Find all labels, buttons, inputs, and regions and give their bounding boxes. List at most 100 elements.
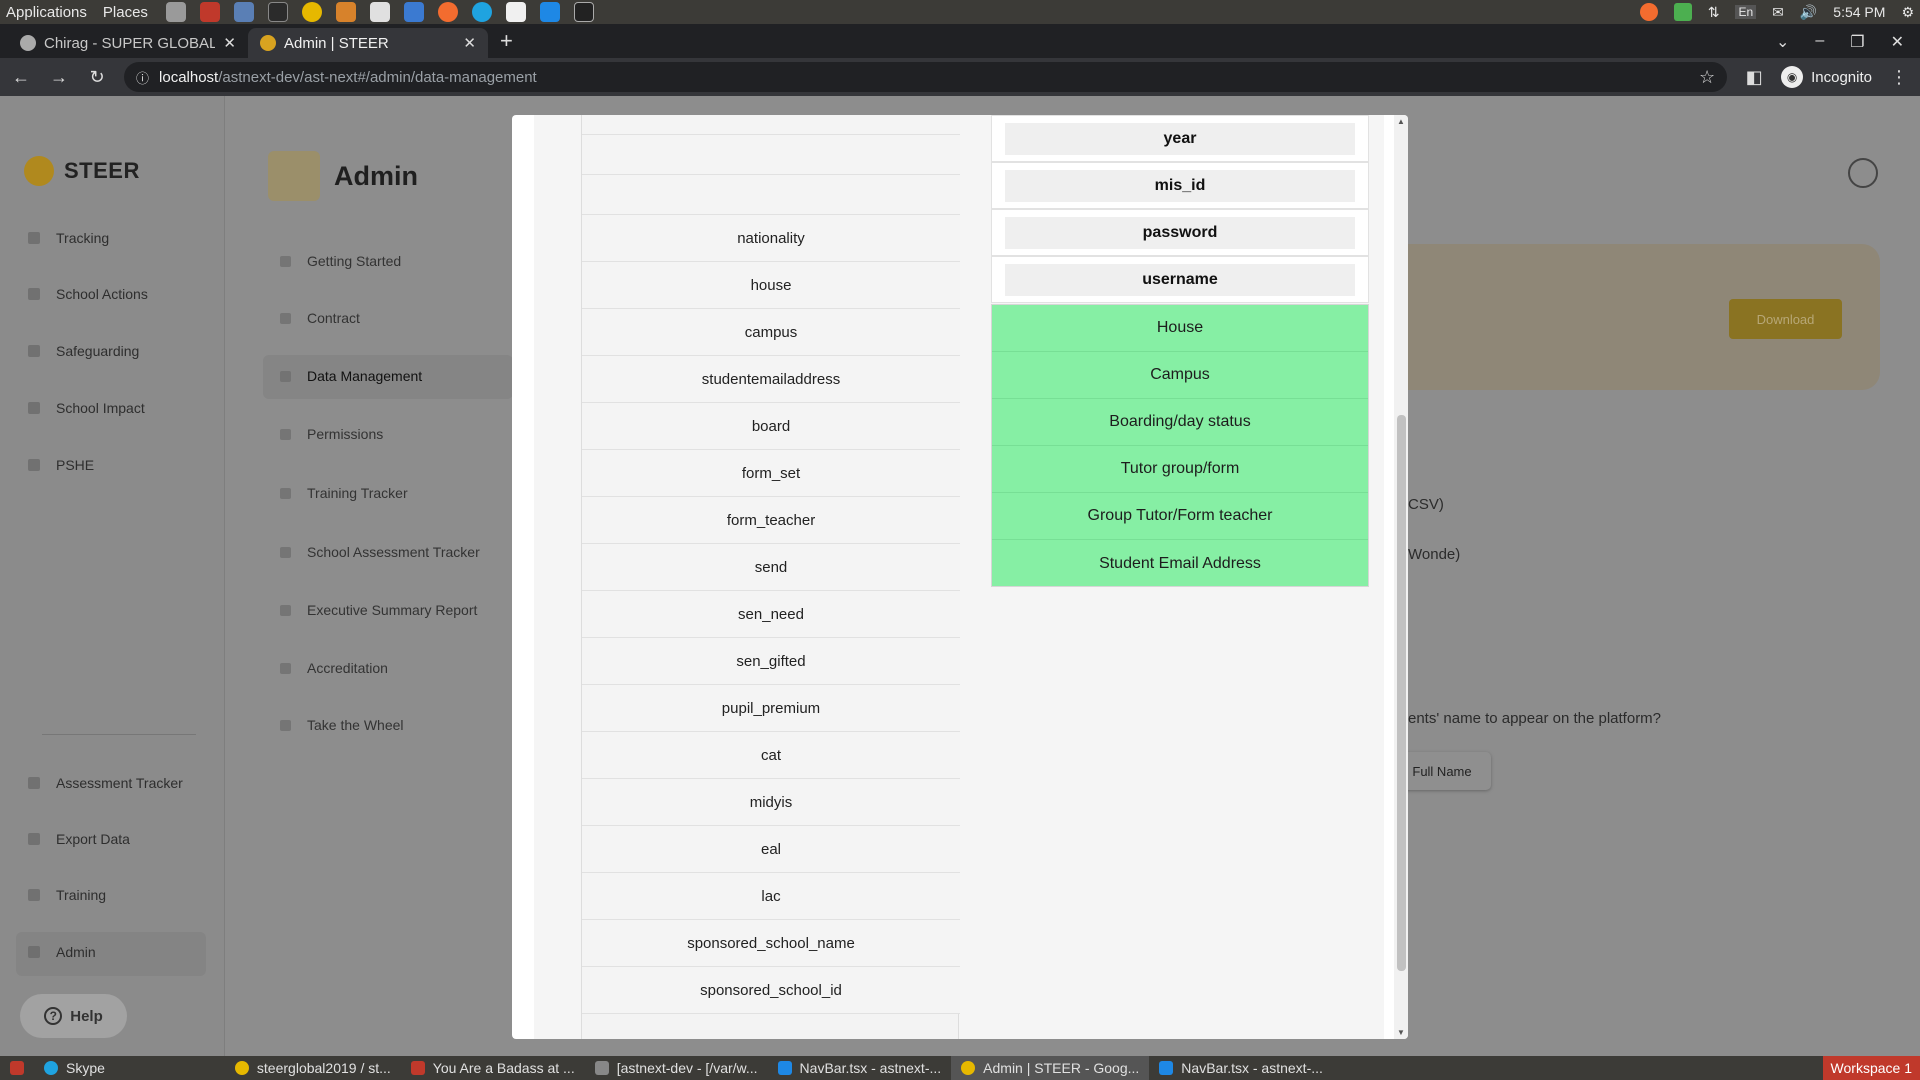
source-field-row[interactable] <box>582 175 960 215</box>
submenu-data-management[interactable]: Data Management <box>280 368 422 384</box>
required-key-mis-id[interactable]: mis_id <box>991 162 1369 209</box>
applications-menu[interactable]: Applications <box>6 4 87 21</box>
scroll-down-arrow-icon[interactable]: ▼ <box>1394 1028 1408 1037</box>
source-field-row[interactable]: nationality <box>582 215 960 262</box>
taskbar-item-vscode-1[interactable]: NavBar.tsx - astnext-... <box>768 1056 952 1080</box>
app2-launcher-icon[interactable] <box>505 2 526 22</box>
postman-launcher-icon[interactable] <box>437 2 458 22</box>
back-arrow-icon[interactable]: ← <box>10 67 32 88</box>
sidebar-item-pshe[interactable]: PSHE <box>28 457 94 473</box>
mapped-field-campus[interactable]: Campus <box>992 352 1368 399</box>
mail-icon[interactable]: ✉ <box>1772 4 1784 21</box>
tab-search-icon[interactable]: ⌄ <box>1776 32 1789 52</box>
minimize-icon[interactable]: – <box>1815 32 1824 52</box>
tab-admin-steer[interactable]: Admin | STEER ✕ <box>248 28 488 58</box>
mapped-field-group-tutor[interactable]: Group Tutor/Form teacher <box>992 493 1368 540</box>
vscode-launcher-icon[interactable] <box>539 2 560 22</box>
source-field-row[interactable]: studentemailaddress <box>582 356 960 403</box>
steer-logo[interactable]: STEER <box>24 156 140 186</box>
source-field-row[interactable]: campus <box>582 309 960 356</box>
url-input[interactable]: ⓘ localhost/astnext-dev/ast-next#/admin/… <box>124 62 1728 92</box>
browser-menu-icon[interactable]: ⋮ <box>1888 67 1910 88</box>
terminal2-launcher-icon[interactable] <box>573 2 594 22</box>
source-field-row[interactable]: lac <box>582 873 960 920</box>
mapped-field-tutor-group[interactable]: Tutor group/form <box>992 446 1368 493</box>
sidebar-item-safeguarding[interactable]: Safeguarding <box>28 343 139 359</box>
scrollbar-thumb[interactable] <box>1397 415 1406 971</box>
side-panel-icon[interactable]: ◧ <box>1743 67 1765 88</box>
text-editor-launcher-icon[interactable] <box>369 2 390 22</box>
source-field-row[interactable]: sponsored_school_name <box>582 920 960 967</box>
sidebar-item-training[interactable]: Training <box>28 887 106 903</box>
submenu-training-tracker[interactable]: Training Tracker <box>280 485 408 501</box>
terminal-launcher-icon[interactable] <box>267 2 288 22</box>
network-icon[interactable]: ⇅ <box>1708 4 1720 21</box>
sidebar-item-tracking[interactable]: Tracking <box>28 230 109 246</box>
source-field-row[interactable]: sponsored_school_id <box>582 967 960 1014</box>
tab-chirag[interactable]: Chirag - SUPER GLOBAL A ✕ <box>8 28 248 58</box>
help-button[interactable]: ? Help <box>20 994 127 1038</box>
source-field-row[interactable] <box>582 115 960 135</box>
download-button[interactable]: Download <box>1729 299 1842 339</box>
submenu-school-assessment-tracker[interactable]: School Assessment Tracker <box>280 544 480 560</box>
required-key-username[interactable]: username <box>991 256 1369 303</box>
source-field-row[interactable]: pupil_premium <box>582 685 960 732</box>
required-key-password[interactable]: password <box>991 209 1369 256</box>
submenu-permissions[interactable]: Permissions <box>280 426 383 442</box>
submenu-executive-summary[interactable]: Executive Summary Report <box>280 602 477 618</box>
site-info-icon[interactable]: ⓘ <box>136 68 149 87</box>
taskbar-item-chrome-active[interactable]: Admin | STEER - Goog... <box>951 1056 1150 1080</box>
forward-arrow-icon[interactable]: → <box>48 67 70 88</box>
source-field-row[interactable]: form_teacher <box>582 497 960 544</box>
files-launcher-icon[interactable] <box>335 2 356 22</box>
source-field-row[interactable] <box>582 135 960 175</box>
source-field-row[interactable]: sen_need <box>582 591 960 638</box>
bookmark-star-icon[interactable]: ☆ <box>1699 67 1715 88</box>
taskbar-item-vscode-2[interactable]: NavBar.tsx - astnext-... <box>1149 1056 1333 1080</box>
sidebar-item-school-actions[interactable]: School Actions <box>28 286 148 302</box>
clock[interactable]: 5:54 PM <box>1833 4 1885 20</box>
keyboard-layout[interactable]: En <box>1735 5 1757 19</box>
taskbar-item-chrome-1[interactable]: steerglobal2019 / st... <box>225 1056 401 1080</box>
submenu-take-the-wheel[interactable]: Take the Wheel <box>280 717 404 733</box>
places-menu[interactable]: Places <box>103 4 148 21</box>
skype-launcher-icon[interactable] <box>471 2 492 22</box>
source-field-row[interactable]: midyis <box>582 779 960 826</box>
volume-icon[interactable]: 🔊 <box>1800 4 1817 21</box>
source-field-row[interactable]: send <box>582 544 960 591</box>
source-field-row[interactable]: sen_gifted <box>582 638 960 685</box>
source-field-row[interactable]: eal <box>582 826 960 873</box>
sidebar-item-school-impact[interactable]: School Impact <box>28 400 145 416</box>
settings-gear-icon[interactable]: ⚙ <box>1901 4 1914 21</box>
sidebar-item-admin[interactable]: Admin <box>28 944 96 960</box>
submenu-accreditation[interactable]: Accreditation <box>280 660 388 676</box>
reload-icon[interactable]: ↻ <box>86 67 108 88</box>
incognito-indicator[interactable]: ◉ Incognito <box>1781 66 1872 88</box>
close-tab-icon[interactable]: ✕ <box>463 34 476 52</box>
required-key-year[interactable]: year <box>991 115 1369 162</box>
restore-icon[interactable]: ❐ <box>1850 32 1864 52</box>
sidebar-item-export-data[interactable]: Export Data <box>28 831 130 847</box>
submenu-contract[interactable]: Contract <box>280 310 360 326</box>
taskbar-item-filezilla[interactable]: [astnext-dev - [/var/w... <box>585 1056 768 1080</box>
user-profile-icon[interactable] <box>1848 158 1878 188</box>
new-tab-icon[interactable]: + <box>500 28 513 54</box>
tasks-launcher-icon[interactable] <box>403 2 424 22</box>
close-tab-icon[interactable]: ✕ <box>223 34 236 52</box>
source-field-row[interactable]: board <box>582 403 960 450</box>
source-field-row[interactable]: house <box>582 262 960 309</box>
check-tray-icon[interactable] <box>1673 3 1692 21</box>
show-desktop[interactable] <box>0 1056 34 1080</box>
app-launcher-icon[interactable] <box>233 2 254 22</box>
calculator-launcher-icon[interactable] <box>165 2 186 22</box>
submenu-getting-started[interactable]: Getting Started <box>280 253 401 269</box>
mapped-field-house[interactable]: House <box>992 305 1368 352</box>
mapped-field-boarding[interactable]: Boarding/day status <box>992 399 1368 446</box>
source-field-row[interactable]: cat <box>582 732 960 779</box>
taskbar-item-editor[interactable]: You Are a Badass at ... <box>401 1056 585 1080</box>
source-field-row[interactable]: form_set <box>582 450 960 497</box>
postman-tray-icon[interactable] <box>1639 3 1658 21</box>
filezilla-launcher-icon[interactable] <box>199 2 220 22</box>
close-window-icon[interactable]: ✕ <box>1891 32 1904 52</box>
workspace-switcher[interactable]: Workspace 1 <box>1822 1056 1920 1080</box>
